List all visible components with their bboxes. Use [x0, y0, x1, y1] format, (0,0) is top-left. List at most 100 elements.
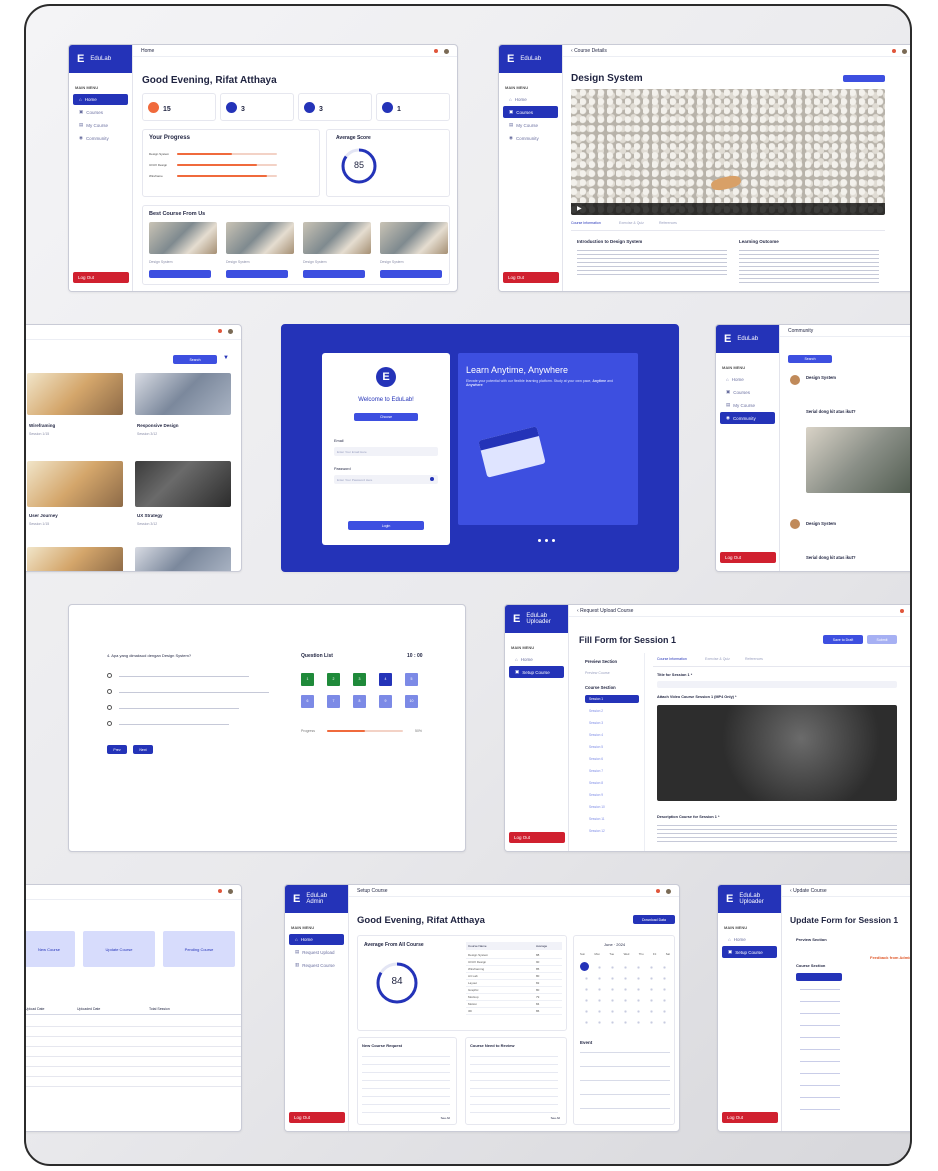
session-item[interactable]: Session 2	[585, 707, 639, 715]
sidebar-item-community[interactable]: ◉ Community	[720, 412, 775, 424]
session-item[interactable]: Session 8	[585, 779, 639, 787]
course-thumbnail[interactable]	[303, 222, 371, 254]
session-item[interactable]: Session 3	[585, 719, 639, 727]
option-radio[interactable]	[107, 705, 112, 710]
sidebar-item-courses[interactable]: ▣ Courses	[503, 106, 558, 118]
session-item[interactable]: Session 10	[585, 803, 639, 811]
session-item[interactable]: Session 12	[585, 827, 639, 835]
column-header[interactable]: Total Session	[149, 1007, 170, 1011]
sidebar-item-home[interactable]: ⌂ Home	[720, 374, 775, 385]
password-field[interactable]: Enter Your Password Here	[334, 475, 438, 484]
sidebar-item-home[interactable]: ⌂ Home	[73, 94, 128, 105]
new-course-pill[interactable]: New Course	[26, 931, 75, 967]
course-thumbnail[interactable]	[226, 222, 294, 254]
search-button[interactable]: Search	[788, 355, 832, 363]
notification-icon[interactable]	[892, 49, 896, 53]
question-number-button[interactable]: 7	[327, 695, 340, 708]
avatar[interactable]	[902, 49, 907, 54]
session-item[interactable]: Session 7	[585, 767, 639, 775]
enroll-button[interactable]	[303, 270, 365, 278]
session-item[interactable]: Session 4	[585, 731, 639, 739]
post-title[interactable]: Design System	[806, 521, 836, 526]
question-number-button[interactable]: 1	[301, 673, 314, 686]
video-upload-preview[interactable]	[657, 705, 897, 801]
selected-day[interactable]	[580, 962, 589, 971]
option-radio[interactable]	[107, 673, 112, 678]
search-button[interactable]: Search	[173, 355, 217, 364]
sidebar-item-community[interactable]: ◉ Community	[503, 132, 558, 144]
option-radio[interactable]	[107, 721, 112, 726]
sidebar-item-home[interactable]: ⌂ Home	[503, 94, 558, 105]
sidebar-item-my-course[interactable]: ▤ My Course	[503, 119, 558, 131]
session-item[interactable]: Session 11	[585, 815, 639, 823]
post-title[interactable]: Serial dong kit atas ikut?	[806, 409, 856, 414]
question-number-button[interactable]: 3	[353, 673, 366, 686]
session-item-active[interactable]: Session 1	[585, 695, 639, 703]
tab-references[interactable]: References	[745, 657, 763, 661]
course-thumbnail[interactable]	[149, 222, 217, 254]
session-item[interactable]: Session 6	[585, 755, 639, 763]
session-item-active[interactable]	[796, 973, 842, 981]
column-header[interactable]: Uploaded Date	[77, 1007, 100, 1011]
eye-icon[interactable]	[430, 477, 434, 481]
post-title[interactable]: Design System	[806, 375, 836, 380]
calendar-header[interactable]: June · 2024	[604, 942, 625, 947]
course-thumbnail[interactable]	[135, 461, 231, 507]
see-all-link[interactable]: See All	[441, 1116, 450, 1120]
logout-button[interactable]: Log Out	[503, 272, 559, 283]
email-field[interactable]: Enter Your Email Here	[334, 447, 438, 456]
course-thumbnail[interactable]	[135, 373, 231, 415]
sidebar-item-request-course[interactable]: ▥ Request Course	[289, 959, 344, 971]
course-thumbnail[interactable]	[27, 547, 123, 571]
question-number-button[interactable]: 5	[405, 673, 418, 686]
enroll-button[interactable]	[380, 270, 442, 278]
course-thumbnail[interactable]	[27, 373, 123, 415]
carousel-dots[interactable]	[538, 539, 555, 542]
column-header[interactable]: Upload Date	[26, 1007, 44, 1011]
notification-icon[interactable]	[434, 49, 438, 53]
submit-button[interactable]: Submit	[867, 635, 897, 644]
session-dropdown[interactable]	[843, 75, 885, 82]
login-button[interactable]: Login	[348, 521, 424, 530]
avatar[interactable]	[228, 889, 233, 894]
sidebar-item-home[interactable]: ⌂ Home	[289, 934, 344, 945]
tab-references[interactable]: References	[659, 221, 677, 225]
course-thumbnail[interactable]	[135, 547, 231, 571]
tab-exercise[interactable]: Exercise & Quiz	[705, 657, 730, 661]
next-button[interactable]: Next	[133, 745, 153, 754]
logout-button[interactable]: Log Out	[720, 552, 776, 563]
sidebar-item-my-course[interactable]: ▤ My Course	[73, 119, 128, 131]
session-item[interactable]: Session 9	[585, 791, 639, 799]
tab-course-info[interactable]: Course Information	[571, 221, 601, 225]
sidebar-item-setup-course[interactable]: ▣ Setup Course	[722, 946, 777, 958]
avatar[interactable]	[228, 329, 233, 334]
calendar-days[interactable]	[580, 962, 670, 1026]
sidebar-item-request-upload[interactable]: ▤ Request Upload	[289, 946, 344, 958]
sidebar-item-my-course[interactable]: ▤ My Course	[720, 399, 775, 411]
question-number-button[interactable]: 6	[301, 695, 314, 708]
sidebar-item-community[interactable]: ◉ Community	[73, 132, 128, 144]
preview-course-link[interactable]: Preview Course	[585, 671, 610, 675]
sidebar-item-home[interactable]: ⌂ Home	[509, 654, 564, 665]
logout-button[interactable]: Log Out	[73, 272, 129, 283]
avatar[interactable]	[910, 609, 912, 614]
save-draft-button[interactable]: Save to Draft	[823, 635, 863, 644]
tab-course-info[interactable]: Course Information	[657, 657, 687, 661]
question-number-button[interactable]: 10	[405, 695, 418, 708]
avatar[interactable]	[666, 889, 671, 894]
question-number-button[interactable]: 9	[379, 695, 392, 708]
question-number-button[interactable]: 8	[353, 695, 366, 708]
question-number-button[interactable]: 4	[379, 673, 392, 686]
sidebar-item-setup-course[interactable]: ▣ Setup Course	[509, 666, 564, 678]
prev-button[interactable]: Prev	[107, 745, 127, 754]
option-radio[interactable]	[107, 689, 112, 694]
course-thumbnail[interactable]	[27, 461, 123, 507]
post-image[interactable]	[806, 427, 910, 493]
sidebar-item-courses[interactable]: ▣ Courses	[73, 106, 128, 118]
update-course-pill[interactable]: Update Course	[83, 931, 155, 967]
logout-button[interactable]: Log Out	[289, 1112, 345, 1123]
description-input[interactable]	[657, 825, 897, 843]
notification-icon[interactable]	[900, 609, 904, 613]
post-title[interactable]: Serial dong kit atas ikut?	[806, 555, 856, 560]
avatar[interactable]	[444, 49, 449, 54]
